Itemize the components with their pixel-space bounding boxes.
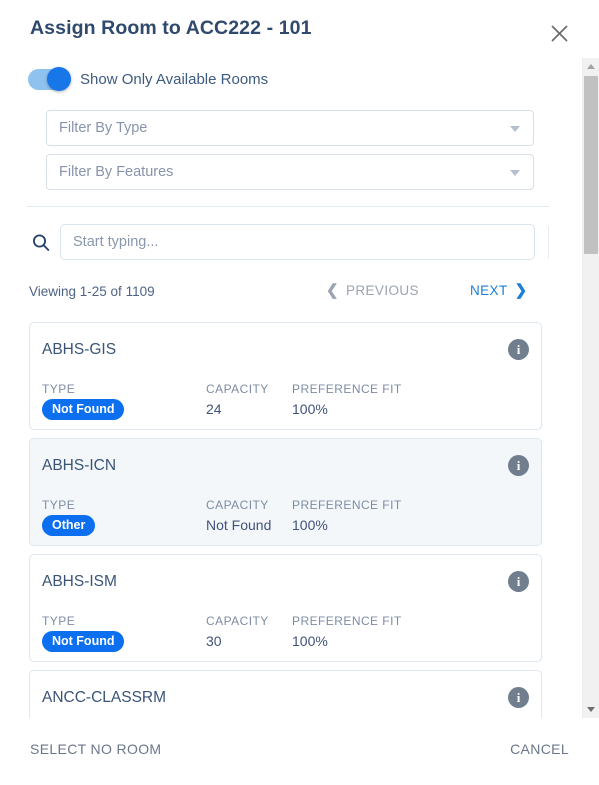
capacity-header: CAPACITY <box>206 614 269 628</box>
dialog-header: Assign Room to ACC222 - 101 <box>0 0 599 58</box>
capacity-value: 30 <box>206 633 222 649</box>
filter-group: Filter By Type Filter By Features <box>46 110 534 198</box>
cancel-button[interactable]: CANCEL <box>510 741 569 757</box>
preference-fit-header: PREFERENCE FIT <box>292 614 402 628</box>
viewing-count: Viewing 1-25 of 1109 <box>29 284 155 299</box>
room-name: ABHS-GIS <box>42 341 117 358</box>
divider <box>27 206 549 207</box>
chevron-left-icon: ❮ <box>326 282 339 299</box>
room-field-values: Not Found 24 100% <box>30 399 541 421</box>
preference-fit-header: PREFERENCE FIT <box>292 382 402 396</box>
search-row <box>0 224 570 266</box>
capacity-value: 24 <box>206 401 222 417</box>
type-badge: Other <box>42 515 96 537</box>
filter-by-features-select[interactable]: Filter By Features <box>46 154 534 190</box>
chevron-down-icon <box>510 126 520 132</box>
chevron-right-icon: ❯ <box>514 282 528 299</box>
room-card[interactable]: ABHS-ISM i TYPE CAPACITY PREFERENCE FIT … <box>29 554 542 662</box>
preference-fit-value: 100% <box>292 633 328 649</box>
dialog-footer: SELECT NO ROOM CANCEL <box>0 718 599 785</box>
search-input[interactable] <box>60 224 535 260</box>
page-title: Assign Room to ACC222 - 101 <box>30 17 312 39</box>
assign-room-dialog: Assign Room to ACC222 - 101 Show Only Av… <box>0 0 599 785</box>
toggle-knob <box>47 67 71 91</box>
info-icon[interactable]: i <box>508 571 529 592</box>
capacity-header: CAPACITY <box>206 382 269 396</box>
room-field-headers: TYPE CAPACITY PREFERENCE FIT <box>30 614 541 629</box>
vertical-scrollbar[interactable] <box>582 58 599 718</box>
next-page-button[interactable]: NEXT ❯ <box>470 283 528 298</box>
type-badge: Not Found <box>42 399 125 421</box>
scroll-down-arrow-icon[interactable] <box>583 701 599 718</box>
show-only-available-rooms-toggle[interactable] <box>28 67 71 91</box>
room-field-headers: TYPE CAPACITY PREFERENCE FIT <box>30 382 541 397</box>
room-name: ANCC-CLASSRM <box>42 689 167 706</box>
info-icon[interactable]: i <box>508 687 529 708</box>
toggle-label: Show Only Available Rooms <box>80 70 269 88</box>
room-name: ABHS-ICN <box>42 457 117 474</box>
filter-by-features-label: Filter By Features <box>59 164 174 180</box>
room-field-values: Other Not Found 100% <box>30 515 541 537</box>
search-icon <box>31 233 53 255</box>
room-card[interactable]: ANCC-CLASSRM i TYPE CAPACITY PREFERENCE … <box>29 670 542 718</box>
filter-by-type-label: Filter By Type <box>59 120 148 136</box>
room-field-values: Not Found 30 100% <box>30 631 541 653</box>
info-icon[interactable]: i <box>508 339 529 360</box>
room-list: ABHS-GIS i TYPE CAPACITY PREFERENCE FIT … <box>0 322 570 718</box>
capacity-value: Not Found <box>206 517 272 533</box>
select-no-room-button[interactable]: SELECT NO ROOM <box>30 741 161 757</box>
next-page-label: NEXT <box>470 283 508 298</box>
scroll-up-arrow-icon[interactable] <box>583 58 599 75</box>
room-card[interactable]: ABHS-GIS i TYPE CAPACITY PREFERENCE FIT … <box>29 322 542 430</box>
room-field-headers: TYPE CAPACITY PREFERENCE FIT <box>30 498 541 513</box>
pagination: Viewing 1-25 of 1109 ❮ PREVIOUS NEXT ❯ <box>0 280 570 306</box>
previous-page-button[interactable]: ❮ PREVIOUS <box>326 283 419 298</box>
chevron-down-icon <box>510 170 520 176</box>
type-header: TYPE <box>42 614 76 628</box>
preference-fit-value: 100% <box>292 401 328 417</box>
preference-fit-value: 100% <box>292 517 328 533</box>
previous-page-label: PREVIOUS <box>345 283 419 298</box>
dialog-body: Show Only Available Rooms Filter By Type… <box>0 58 570 718</box>
filter-by-type-select[interactable]: Filter By Type <box>46 110 534 146</box>
close-icon[interactable] <box>546 20 572 46</box>
scrollbar-thumb[interactable] <box>584 76 598 254</box>
room-card[interactable]: ABHS-ICN i TYPE CAPACITY PREFERENCE FIT … <box>29 438 542 546</box>
info-icon[interactable]: i <box>508 455 529 476</box>
room-name: ABHS-ISM <box>42 573 117 590</box>
type-header: TYPE <box>42 382 76 396</box>
type-header: TYPE <box>42 498 76 512</box>
vertical-divider <box>548 226 549 259</box>
preference-fit-header: PREFERENCE FIT <box>292 498 402 512</box>
show-only-available-rooms-row: Show Only Available Rooms <box>28 66 268 92</box>
type-badge: Not Found <box>42 631 125 653</box>
capacity-header: CAPACITY <box>206 498 269 512</box>
